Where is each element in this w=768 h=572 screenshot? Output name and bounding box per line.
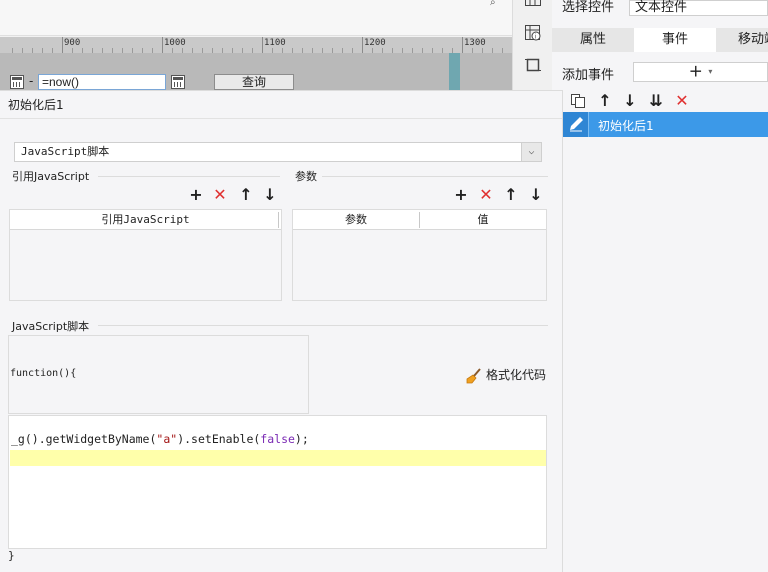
property-tabs: 属性 事件 移动端 [552, 28, 768, 52]
table-header: 参数 值 [293, 210, 546, 230]
ruler-label: 1300 [464, 38, 486, 48]
param-section-label: 参数 [295, 170, 317, 183]
arrow-down-icon[interactable]: ↓ [528, 187, 544, 203]
event-list-panel: ↑ ↓ ⇊ ✕ 初始化后1 [562, 90, 768, 572]
arrow-down-icon[interactable]: ↓ [262, 187, 278, 203]
broom-icon [466, 367, 481, 383]
script-type-select[interactable]: JavaScript脚本 ⌵ [14, 142, 542, 162]
event-toolbar: ↑ ↓ ⇊ ✕ [563, 90, 768, 112]
param-table[interactable]: 参数 值 [292, 209, 547, 301]
ruler-marker[interactable] [449, 53, 460, 90]
format-code-label: 格式化代码 [486, 368, 547, 382]
column-header: 参数 [345, 213, 367, 226]
ref-js-table[interactable]: 引用JavaScript [9, 209, 282, 301]
code-editor[interactable]: _g().getWidgetByName("a").setEnable(fals… [8, 415, 547, 549]
search-icon[interactable]: ⌕ [490, 0, 496, 8]
event-dialog: 初始化后1 JavaScript脚本 ⌵ 引用JavaScript + ✕ ↑ … [0, 90, 562, 572]
plus-icon: + [688, 61, 703, 82]
delete-icon[interactable]: ✕ [674, 93, 690, 109]
arrow-up-icon[interactable]: ↑ [597, 93, 613, 109]
code-line: _g().getWidgetByName("a").setEnable(fals… [11, 432, 309, 446]
plus-icon[interactable]: + [453, 187, 469, 203]
script-section-label: JavaScript脚本 [12, 320, 90, 333]
date-widget[interactable]: =now() [38, 74, 166, 90]
divider [322, 176, 548, 177]
calendar-icon[interactable] [171, 75, 185, 89]
ruler-label: 900 [64, 38, 81, 48]
calendar-icon[interactable] [10, 75, 24, 89]
delete-icon[interactable]: ✕ [478, 187, 494, 203]
horizontal-ruler: 900 1000 1100 1200 1300 [0, 37, 512, 53]
tool-strip: i [512, 0, 552, 90]
script-type-value: JavaScript脚本 [21, 145, 110, 158]
ruler-label: 1200 [364, 38, 386, 48]
ruler-label: 1100 [264, 38, 286, 48]
select-widget-label: 选择控件 [562, 0, 615, 15]
plus-icon[interactable]: + [188, 187, 204, 203]
crop-icon[interactable] [525, 57, 541, 73]
select-widget-field[interactable]: 文本控件 [629, 0, 768, 16]
current-line-highlight [10, 450, 546, 466]
function-header: function(){ [10, 368, 77, 379]
dialog-title: 初始化后1 [8, 98, 64, 112]
event-list-item[interactable]: 初始化后1 [563, 112, 768, 137]
function-footer: } [8, 549, 15, 562]
table-icon[interactable] [525, 0, 541, 8]
tab-mobile[interactable]: 移动端 [716, 28, 768, 52]
pencil-icon[interactable] [563, 112, 589, 137]
add-event-label: 添加事件 [562, 68, 615, 83]
range-separator: - [29, 74, 34, 88]
column-header: 值 [477, 213, 489, 226]
divider [0, 118, 562, 119]
event-item-label: 初始化后1 [598, 119, 654, 133]
query-button[interactable]: 查询 [214, 74, 294, 90]
delete-icon[interactable]: ✕ [212, 187, 228, 203]
arrow-up-icon[interactable]: ↑ [503, 187, 519, 203]
designer-header: ⌕ [0, 0, 512, 36]
column-header: 引用JavaScript [101, 213, 190, 226]
tab-events[interactable]: 事件 [634, 28, 716, 52]
image-icon[interactable]: i [525, 25, 541, 41]
arrow-down-icon[interactable]: ↓ [622, 93, 638, 109]
widget-row: - =now() 查询 [0, 73, 300, 90]
arrow-up-icon[interactable]: ↑ [238, 187, 254, 203]
format-code-button[interactable]: 格式化代码 [466, 366, 546, 384]
copy-icon[interactable] [570, 93, 586, 109]
chevron-down-icon[interactable]: ⌵ [521, 143, 541, 161]
move-to-bottom-icon[interactable]: ⇊ [648, 93, 664, 109]
divider [98, 176, 280, 177]
property-panel: 选择控件 文本控件 属性 事件 移动端 添加事件 + ▾ [552, 0, 768, 90]
table-header: 引用JavaScript [10, 210, 281, 230]
dropdown-arrow-icon: ▾ [708, 67, 713, 76]
ref-js-section-label: 引用JavaScript [12, 170, 90, 183]
add-event-button[interactable]: + ▾ [633, 62, 768, 82]
tab-attributes[interactable]: 属性 [552, 28, 634, 52]
ruler-label: 1000 [164, 38, 186, 48]
divider [98, 325, 548, 326]
